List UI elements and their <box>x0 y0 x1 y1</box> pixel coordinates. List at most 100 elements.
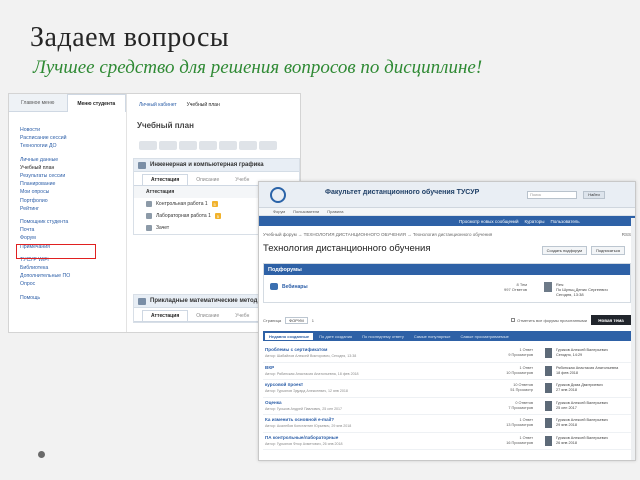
last-post-line[interactable]: Рябинская Анастасия Анатольевна <box>556 366 618 371</box>
user-bar-link[interactable]: Просмотр новых сообщений <box>459 219 518 224</box>
subforums-header: Подфорумы <box>264 264 630 275</box>
topic-last-post: Гуриков Алексей Валерьевич Сегодня, 14:29 <box>556 348 608 358</box>
topic-stats: 1 Ответ 10 Просмотров <box>503 366 533 376</box>
sidebar-link[interactable]: Библиотека <box>20 264 126 272</box>
topic-title[interactable]: Оценка <box>265 400 282 405</box>
course-tab[interactable]: Аттестация <box>142 174 189 185</box>
semester-step[interactable] <box>219 141 237 150</box>
new-topic-button[interactable]: Новая тема <box>591 315 631 325</box>
sidebar-link[interactable]: Новости <box>20 126 126 134</box>
sidebar-tab[interactable]: Главное меню <box>9 94 67 112</box>
semester-step[interactable] <box>239 141 257 150</box>
search-button[interactable]: Найти <box>583 191 605 199</box>
last-post-line: 25 сен 2017 <box>556 405 577 410</box>
forum-action-button[interactable]: Создать подфорум <box>541 246 588 255</box>
sidebar-link[interactable]: Опрос <box>20 280 126 288</box>
semester-step[interactable] <box>179 141 197 150</box>
forum-menu-item[interactable]: Форум <box>273 209 285 214</box>
sidebar-link[interactable]: Учебный план <box>20 164 126 172</box>
sort-tab[interactable]: Самые просматриваемые <box>457 333 513 340</box>
sidebar-link[interactable]: Рейтинг <box>20 205 126 213</box>
subforum-row[interactable]: Вебинары 8 Тем 997 Ответов Res: По Шульц Д… <box>264 275 630 304</box>
topic-title[interactable]: курсовой проект <box>265 382 303 387</box>
topic-row[interactable]: Ка изменить основной e-mail? Автор: Асале… <box>263 415 631 433</box>
topic-title[interactable]: ПА контрольные/лабораторные <box>265 435 338 440</box>
last-post-line: 27 янв 2018 <box>556 388 577 392</box>
topic-row[interactable]: курсовой проект Автор: Гурьянов Эдуард Ал… <box>263 380 631 398</box>
user-bar-link[interactable]: Пользователь <box>550 219 579 224</box>
page-selector[interactable]: ФОРУМ <box>285 316 308 324</box>
stat-line: 7 Просмотров <box>508 405 533 410</box>
topic-stats: 1 Ответ 9 Просмотров <box>503 348 533 358</box>
sort-tab[interactable]: По последнему ответу <box>358 333 408 340</box>
sidebar-link[interactable]: Дополнительные ПО <box>20 272 126 280</box>
page-next[interactable]: 1 <box>312 318 314 323</box>
course-tab[interactable]: Учебн <box>227 174 257 185</box>
breadcrumb-path[interactable]: Учебный форум → ТЕХНОЛОГИЯ ДИСТАНЦИОННОГ… <box>263 232 492 237</box>
stat-line: 16 Просмотров <box>506 440 533 445</box>
course-tab[interactable]: Учебн <box>227 310 257 321</box>
topic-toolbar: Страница ФОРУМ 1 Отметить все форумы про… <box>263 314 631 326</box>
last-post-line[interactable]: Гуриков Алексей Валерьевич <box>556 401 608 406</box>
avatar <box>545 435 552 446</box>
semester-step[interactable] <box>159 141 177 150</box>
sidebar-tab[interactable]: Меню студента <box>66 94 126 112</box>
sidebar-link[interactable]: Помощник студента <box>20 218 126 226</box>
topic-row[interactable]: Проблемы с сертификатом Автор: Шабайлов А… <box>263 345 631 363</box>
sort-tab[interactable]: Самые популярные <box>410 333 455 340</box>
forum-menu-item[interactable]: Правила <box>327 209 343 214</box>
topic-meta: Автор: Асалебов Константин Юрьевич, 29 я… <box>265 424 352 428</box>
topic-sort-tabs: Недавно созданные По дате создания По посл… <box>263 331 631 341</box>
last-post-line[interactable]: Гуриков Алексей Валерьевич <box>556 436 608 441</box>
sort-tab[interactable]: По дате создания <box>315 333 356 340</box>
mark-read-label: Отметить все форумы прочитанными <box>517 317 587 323</box>
topic-row[interactable]: Оценка Автор: Гуськов Андрей Павлович, 25… <box>263 398 631 415</box>
sidebar-link[interactable]: Расписание сессий <box>20 134 126 142</box>
portal-tab[interactable]: Учебный план <box>187 102 220 108</box>
user-bar-link[interactable]: Кураторы <box>524 219 544 224</box>
topic-title[interactable]: Проблемы с сертификатом <box>265 347 327 352</box>
portal-tab[interactable]: Личный кабинет <box>139 102 177 108</box>
sidebar-link[interactable]: Мои опросы <box>20 188 126 196</box>
bullet-dot <box>38 451 45 458</box>
checkbox[interactable] <box>511 318 516 322</box>
stat-line: 13 Просмотров <box>506 423 533 427</box>
topic-row[interactable]: ВКР Автор: Рябинская Анастасия Анатольевн… <box>263 363 631 380</box>
sidebar-link[interactable]: Планирование <box>20 180 126 188</box>
course-tab[interactable]: Описание <box>188 310 227 321</box>
semester-step[interactable] <box>139 141 157 150</box>
course-tab[interactable]: Описание <box>188 174 227 185</box>
topic-title[interactable]: ВКР <box>265 365 274 370</box>
topic-stats: 1 Ответ 13 Просмотров <box>503 418 533 428</box>
rss-link[interactable]: RSS <box>622 232 631 237</box>
sidebar-link[interactable]: Технологии ДО <box>20 142 126 150</box>
sort-tab[interactable]: Недавно созданные <box>265 332 314 340</box>
topic-row[interactable]: ПА контрольные/лабораторные Автор: Гурьян… <box>263 433 631 450</box>
sidebar-link[interactable]: Форум <box>20 234 126 242</box>
semester-step[interactable] <box>199 141 217 150</box>
scrollbar[interactable] <box>631 218 635 460</box>
topic-list: Проблемы с сертификатом Автор: Шабайлов А… <box>263 345 631 450</box>
topic-title[interactable]: Ка изменить основной e-mail? <box>265 417 334 422</box>
last-post-line: Сегодня, 14:29 <box>556 353 583 357</box>
topic-meta: Автор: Гурьянов Флор Ахметович, 26 янв 2… <box>265 441 343 446</box>
last-post-line: 26 янв 2018 <box>556 440 577 445</box>
sidebar-link[interactable]: Портфолио <box>20 197 126 205</box>
sidebar-link[interactable]: Почта <box>20 226 126 234</box>
topic-stats: 0 Ответов 7 Просмотров <box>503 401 533 411</box>
sidebar-tabs: Главное меню Меню студента <box>9 94 126 112</box>
course-title[interactable]: Инженерная и компьютерная графика <box>134 159 299 172</box>
forum-menu-item[interactable]: Пользователи <box>293 209 319 214</box>
semester-step[interactable] <box>259 141 277 150</box>
sidebar-link[interactable]: Личные данные <box>20 156 126 164</box>
grade-badge: 5 <box>211 201 218 207</box>
sidebar-link[interactable]: Результаты сессии <box>20 172 126 180</box>
forum-action-button[interactable]: Подписаться <box>591 246 625 255</box>
forum-header: Факультет дистанционного обучения ТУСУР … <box>259 182 635 208</box>
course-tab[interactable]: Аттестация <box>142 310 189 321</box>
avatar <box>545 418 552 428</box>
sidebar-link[interactable]: Помощь <box>20 294 126 302</box>
search-input[interactable]: Поиск <box>527 191 577 199</box>
subforum-link[interactable]: Вебинары <box>282 284 308 290</box>
mark-read-control[interactable]: Отметить все форумы прочитанными <box>511 318 587 323</box>
